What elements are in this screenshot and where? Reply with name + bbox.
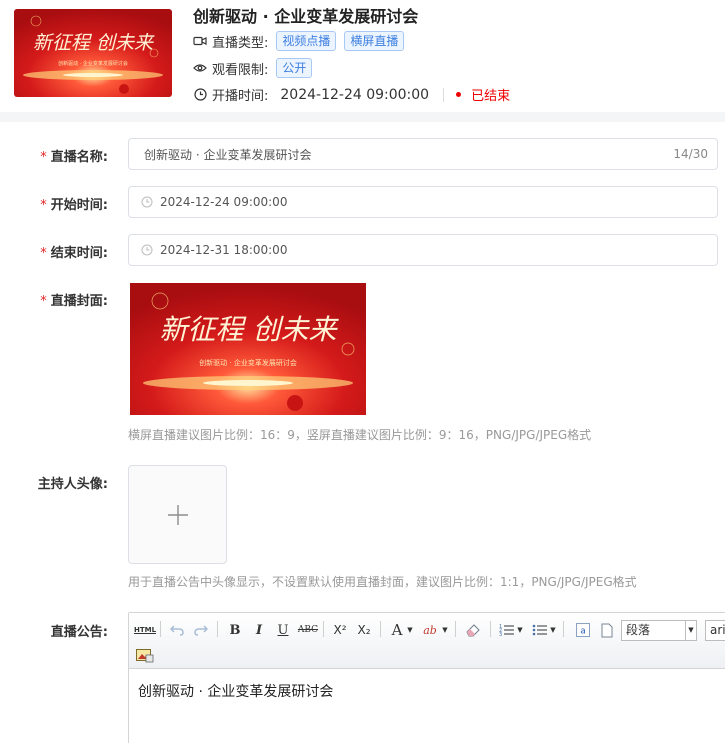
host-avatar-upload[interactable] [128, 465, 227, 564]
editor-toolbar: HTML B I U ABC X² X₂ A ▼ ab ▼ 123 ▼ ▼ a … [129, 613, 725, 669]
view-limit-label: 观看限制: [212, 62, 269, 78]
tag-landscape-live: 横屏直播 [344, 31, 405, 51]
toolbar-separator [160, 621, 161, 637]
header-separator [443, 87, 445, 102]
end-label: * 结束时间: [40, 246, 108, 261]
start-time-label: 开播时间: [212, 89, 269, 104]
view-limit-row: 观看限制: 公开 [193, 58, 313, 78]
clock-icon [141, 196, 153, 208]
toolbar-separator [455, 621, 456, 637]
end-time-input-value: 2024-12-31 18:00:00 [160, 243, 288, 257]
font-family-select[interactable]: arial [705, 620, 725, 641]
live-name-value: 创新驱动 · 企业变革发展研讨会 [144, 147, 312, 162]
chevron-down-icon[interactable]: ▼ [549, 620, 557, 640]
start-time-picker[interactable]: 2024-12-24 09:00:00 [128, 186, 718, 218]
subscript-button[interactable]: X₂ [354, 620, 374, 640]
toolbar-separator [217, 621, 218, 637]
live-name-input[interactable]: 创新驱动 · 企业变革发展研讨会 14/30 [128, 138, 718, 170]
toolbar-separator [563, 621, 564, 637]
anchor-icon[interactable]: a [573, 620, 593, 640]
chevron-down-icon[interactable]: ▼ [516, 620, 524, 640]
ordered-list-icon[interactable]: 123 [497, 620, 517, 640]
svg-text:创新驱动 · 企业变革发展研讨会: 创新驱动 · 企业变革发展研讨会 [199, 358, 297, 367]
status-ended: 已结束 [471, 89, 511, 104]
chevron-down-icon[interactable]: ▼ [406, 620, 414, 640]
host-label: 主持人头像: [37, 477, 108, 492]
toolbar-separator [490, 621, 491, 637]
svg-text:新征程 创未来: 新征程 创未来 [160, 313, 340, 346]
start-label: * 开始时间: [40, 198, 108, 213]
notice-rich-editor[interactable]: HTML B I U ABC X² X₂ A ▼ ab ▼ 123 ▼ ▼ a … [128, 612, 725, 743]
eraser-icon[interactable] [463, 620, 483, 640]
notice-label: 直播公告: [50, 625, 108, 640]
live-title: 创新驱动 · 企业变革发展研讨会 [193, 7, 419, 26]
start-time-input-value: 2024-12-24 09:00:00 [160, 195, 288, 209]
strikethrough-button[interactable]: ABC [297, 620, 319, 640]
unordered-list-icon[interactable] [530, 620, 550, 640]
highlight-button[interactable]: ab [420, 620, 440, 640]
svg-text:新征程 创未来: 新征程 创未来 [33, 32, 155, 54]
tag-public: 公开 [276, 58, 313, 78]
clock-icon [141, 244, 153, 256]
cover-label: * 直播封面: [40, 294, 108, 309]
char-counter: 14/30 [673, 147, 708, 161]
cover-hint: 横屏直播建议图片比例：16：9，竖屏直播建议图片比例：9：16，PNG/JPG/… [128, 428, 592, 442]
start-time-row: 开播时间: 2024-12-24 09:00:00 已结束 [193, 85, 510, 104]
image-insert-icon[interactable] [135, 645, 155, 665]
clock-icon [193, 88, 207, 102]
html-source-button[interactable]: HTML [134, 620, 156, 640]
live-header: 新征程 创未来 创新驱动 · 企业变革发展研讨会 创新驱动 · 企业变革发展研讨… [0, 0, 725, 112]
bold-button[interactable]: B [225, 620, 245, 640]
underline-button[interactable]: U [273, 620, 293, 640]
video-camera-icon [193, 34, 207, 48]
live-type-row: 直播类型: 视频点播 横屏直播 [193, 31, 405, 51]
undo-icon[interactable] [167, 620, 187, 640]
svg-text:创新驱动 · 企业变革发展研讨会: 创新驱动 · 企业变革发展研讨会 [58, 60, 128, 67]
start-time-value: 2024-12-24 09:00:00 [280, 86, 430, 103]
chevron-down-icon[interactable]: ▼ [441, 620, 449, 640]
italic-button[interactable]: I [249, 620, 269, 640]
host-hint: 用于直播公告中头像显示，不设置默认使用直播封面，建议图片比例：1:1，PNG/J… [128, 575, 637, 589]
chevron-down-icon: ▼ [685, 621, 696, 640]
paragraph-format-select[interactable]: 段落 ▼ [621, 620, 697, 641]
redo-icon[interactable] [191, 620, 211, 640]
header-cover-image: 新征程 创未来 创新驱动 · 企业变革发展研讨会 [14, 9, 172, 97]
svg-text:a: a [580, 627, 586, 637]
page-break-icon[interactable] [597, 620, 617, 640]
toolbar-separator [380, 621, 381, 637]
superscript-button[interactable]: X² [330, 620, 350, 640]
status-dot [456, 92, 462, 97]
editor-content[interactable]: 创新驱动 · 企业变革发展研讨会 [138, 681, 333, 701]
svg-text:3: 3 [499, 632, 502, 637]
plus-icon [167, 504, 188, 525]
name-label: * 直播名称: [40, 150, 108, 165]
tag-video-vod: 视频点播 [276, 31, 337, 51]
section-divider [0, 112, 725, 122]
live-type-label: 直播类型: [212, 35, 269, 51]
cover-image-upload[interactable]: 新征程 创未来 创新驱动 · 企业变革发展研讨会 [130, 283, 366, 415]
end-time-picker[interactable]: 2024-12-31 18:00:00 [128, 234, 718, 266]
toolbar-separator [323, 621, 324, 637]
eye-icon [193, 61, 207, 75]
font-color-button[interactable]: A [387, 620, 407, 640]
